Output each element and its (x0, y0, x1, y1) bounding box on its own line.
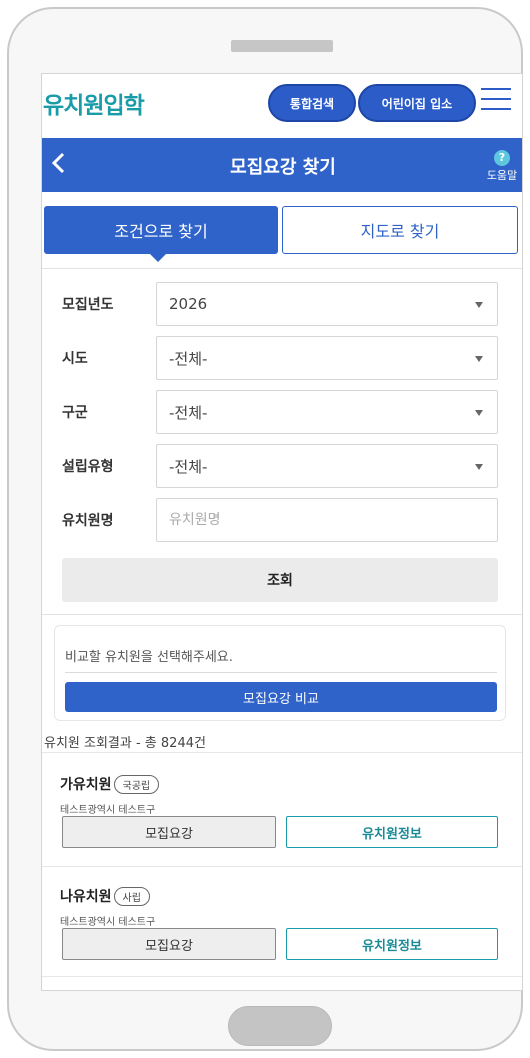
sido-select[interactable]: -전체- (156, 336, 498, 380)
establishment-type-label: 설립유형 (62, 459, 114, 475)
list-item-name: 나유치원 사립 (60, 886, 150, 906)
type-badge: 국공립 (113, 774, 160, 794)
chevron-down-icon (475, 356, 483, 362)
page-title: 모집요강 찾기 (230, 157, 336, 178)
type-badge: 사립 (113, 886, 150, 906)
kindergarten-address: 테스트광역시 테스트구 (60, 917, 156, 928)
phone-home-button (228, 1006, 332, 1046)
recruitment-guide-button[interactable]: 모집요강 (62, 928, 276, 960)
sido-label: 시도 (62, 351, 88, 367)
result-count: 유치원 조회결과 - 총 8244건 (44, 736, 206, 751)
section-divider (42, 268, 522, 269)
establishment-type-value: -전체- (169, 457, 208, 476)
compare-button[interactable]: 모집요강 비교 (65, 682, 497, 712)
phone-speaker (231, 40, 333, 52)
gugun-select-value: -전체- (169, 403, 208, 422)
year-select-value: 2026 (169, 295, 208, 313)
chevron-down-icon (475, 464, 483, 470)
app-header: 유치원입학 통합검색 어린이집 입소 (42, 74, 522, 138)
compare-divider (65, 672, 497, 673)
active-tab-pointer (150, 254, 166, 262)
site-logo[interactable]: 유치원입학 (43, 86, 145, 120)
page-titlebar: 모집요강 찾기 ? 도움말 (42, 138, 522, 192)
establishment-type-select[interactable]: -전체- (156, 444, 498, 488)
help-icon: ? (494, 150, 510, 166)
help-button[interactable]: ? 도움말 (482, 146, 522, 183)
sido-select-value: -전체- (169, 349, 208, 368)
help-label: 도움말 (486, 169, 518, 182)
search-button[interactable]: 조회 (62, 558, 498, 602)
list-item-divider (42, 976, 522, 977)
daycare-admission-button[interactable]: 어린이집 입소 (358, 84, 476, 122)
kindergarten-info-button[interactable]: 유치원정보 (286, 816, 498, 848)
gugun-label: 구군 (62, 405, 88, 421)
chevron-down-icon (475, 302, 483, 308)
tab-condition-search[interactable]: 조건으로 찾기 (44, 206, 278, 254)
compare-panel: 비교할 유치원을 선택해주세요. 모집요강 비교 (54, 625, 506, 721)
app-screen: 유치원입학 통합검색 어린이집 입소 모집요강 찾기 ? 도움말 조건으로 찾기… (41, 73, 523, 991)
kindergarten-name: 가유치원 (60, 777, 112, 793)
compare-prompt: 비교할 유치원을 선택해주세요. (65, 650, 233, 665)
year-select[interactable]: 2026 (156, 282, 498, 326)
integrated-search-button[interactable]: 통합검색 (268, 84, 356, 122)
chevron-down-icon (475, 410, 483, 416)
kindergarten-address: 테스트광역시 테스트구 (60, 805, 156, 816)
results-divider (42, 752, 522, 753)
section-divider (42, 614, 522, 615)
kindergarten-name: 나유치원 (60, 889, 112, 905)
hamburger-menu-icon[interactable] (481, 88, 511, 116)
kindergarten-info-button[interactable]: 유치원정보 (286, 928, 498, 960)
tab-map-search[interactable]: 지도로 찾기 (282, 206, 518, 254)
list-item-divider (42, 866, 522, 867)
phone-frame: 유치원입학 통합검색 어린이집 입소 모집요강 찾기 ? 도움말 조건으로 찾기… (7, 7, 523, 1051)
kindergarten-name-input[interactable] (156, 498, 498, 542)
recruitment-guide-button[interactable]: 모집요강 (62, 816, 276, 848)
year-label: 모집년도 (62, 297, 114, 313)
gugun-select[interactable]: -전체- (156, 390, 498, 434)
kindergarten-name-label: 유치원명 (62, 513, 114, 529)
list-item-name: 가유치원 국공립 (60, 774, 160, 794)
